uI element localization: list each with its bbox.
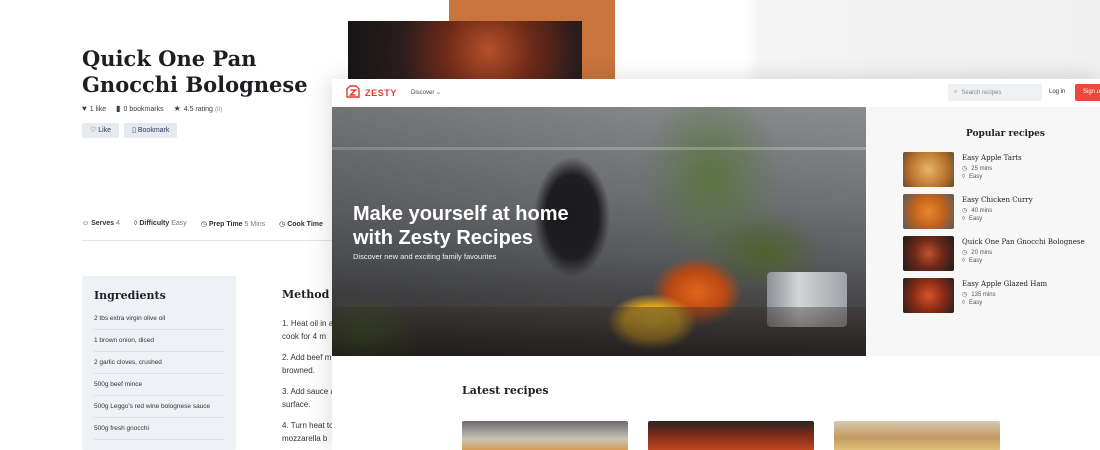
recipe-difficulty: ◊ Easy	[962, 300, 983, 306]
flame-icon: ◊	[962, 300, 965, 306]
recipe-actions: ♡ Like ▯ Bookmark	[82, 123, 178, 138]
ingredients-heading: Ingredients	[94, 289, 166, 302]
popular-heading: Popular recipes	[966, 129, 1045, 139]
recipe-difficulty: ◊ Easy	[962, 258, 983, 264]
search-icon: ⌕	[954, 89, 958, 95]
clock-icon: ◷	[962, 250, 968, 256]
clock-icon: ◷	[279, 221, 288, 228]
heart-outline-icon: ♡	[90, 127, 99, 134]
recipe-name[interactable]: Easy Chicken Curry	[962, 196, 1033, 204]
star-icon: ★	[173, 104, 181, 113]
flame-icon: ◊	[962, 258, 965, 264]
top-navigation: ZESTY Discover ⌄ ⌕ Search recipes Log in…	[332, 79, 1100, 107]
flame-icon: ◊	[962, 174, 965, 180]
latest-recipe-card[interactable]	[834, 421, 1000, 450]
recipe-meta: ☺ Serves 4 ◊ Difficulty Easy ◷ Prep Time…	[82, 220, 323, 228]
recipe-time: ◷ 25 mins	[962, 166, 993, 172]
popular-recipes-panel: Popular recipes Easy Apple Tarts ◷ 25 min…	[866, 107, 1100, 356]
recipe-difficulty: ◊ Easy	[962, 174, 983, 180]
chevron-down-icon: ⌄	[436, 90, 442, 96]
like-button[interactable]: ♡ Like	[82, 123, 120, 138]
brand-name[interactable]: ZESTY	[365, 88, 397, 98]
heart-icon: ♥	[82, 104, 87, 113]
clock-icon: ◷	[962, 292, 968, 298]
ingredient-item: 500g Leggo's red wine bolognese sauce	[94, 396, 224, 418]
hero-banner: Make yourself at home with Zesty Recipes…	[332, 107, 866, 356]
zesty-logo-icon[interactable]	[345, 84, 361, 100]
clock-icon: ◷	[962, 208, 968, 214]
zesty-home-window: ZESTY Discover ⌄ ⌕ Search recipes Log in…	[332, 79, 1100, 450]
prep-time-meta: ◷ Prep Time 5 Mins	[200, 221, 266, 228]
ingredient-item: 500g fresh gnocchi	[94, 418, 224, 440]
ingredient-item: 2 garlic cloves, crushed	[94, 352, 224, 374]
latest-recipes-heading: Latest recipes	[462, 384, 549, 397]
search-input[interactable]: ⌕ Search recipes	[948, 84, 1042, 101]
recipe-stats: ♥ 1 like ▮ 0 bookmarks ★ 4.5 rating (0)	[82, 104, 222, 113]
rating-stat: ★ 4.5 rating (0)	[173, 104, 223, 113]
hero-subtitle: Discover new and exciting family favouri…	[353, 252, 497, 261]
bookmark-button[interactable]: ▯ Bookmark	[124, 123, 178, 138]
recipe-thumbnail[interactable]	[903, 194, 954, 229]
signup-button[interactable]: Sign up	[1075, 84, 1100, 101]
ingredient-item: 2 tbs extra virgin olive oil	[94, 308, 224, 330]
ingredients-panel: Ingredients 2 tbs extra virgin olive oil…	[82, 276, 236, 450]
recipe-thumbnail[interactable]	[903, 278, 954, 313]
flame-icon: ◊	[962, 216, 965, 222]
serves-meta: ☺ Serves 4	[82, 220, 120, 227]
recipe-time: ◷ 40 mins	[962, 208, 993, 214]
bookmarks-stat: ▮ 0 bookmarks	[116, 104, 164, 113]
popular-recipe-item[interactable]: Easy Apple Glazed Ham ◷ 135 mins ◊ Easy	[903, 278, 1100, 314]
recipe-name[interactable]: Easy Apple Tarts	[962, 154, 1022, 162]
likes-stat: ♥ 1 like	[82, 104, 107, 113]
recipe-title: Quick One Pan Gnocchi Bolognese	[82, 46, 308, 97]
bookmark-icon: ▮	[116, 104, 121, 113]
latest-recipe-card[interactable]	[462, 421, 628, 450]
login-link[interactable]: Log in	[1049, 89, 1065, 95]
popular-recipe-item[interactable]: Quick One Pan Gnocchi Bolognese ◷ 20 mins…	[903, 236, 1100, 272]
recipe-time: ◷ 20 mins	[962, 250, 993, 256]
ingredient-item: 500g beef mince	[94, 374, 224, 396]
divider	[82, 240, 334, 241]
difficulty-meta: ◊ Difficulty Easy	[133, 220, 187, 227]
hero-title: Make yourself at home with Zesty Recipes	[353, 203, 569, 249]
discover-menu[interactable]: Discover ⌄	[411, 89, 441, 96]
recipe-difficulty: ◊ Easy	[962, 216, 983, 222]
cook-time-meta: ◷ Cook Time	[279, 221, 323, 228]
recipe-image	[348, 21, 582, 79]
recipe-thumbnail[interactable]	[903, 152, 954, 187]
recipe-name[interactable]: Quick One Pan Gnocchi Bolognese	[962, 238, 1085, 246]
clock-icon: ◷	[962, 166, 968, 172]
ingredient-item: 1 brown onion, diced	[94, 330, 224, 352]
latest-recipe-card[interactable]	[648, 421, 814, 450]
recipe-thumbnail[interactable]	[903, 236, 954, 271]
recipe-name[interactable]: Easy Apple Glazed Ham	[962, 280, 1047, 288]
people-icon: ☺	[82, 220, 92, 227]
popular-recipe-item[interactable]: Easy Chicken Curry ◷ 40 mins ◊ Easy	[903, 194, 1100, 230]
clock-icon: ◷	[200, 221, 209, 228]
recipe-time: ◷ 135 mins	[962, 292, 996, 298]
popular-recipe-item[interactable]: Easy Apple Tarts ◷ 25 mins ◊ Easy	[903, 152, 1100, 188]
